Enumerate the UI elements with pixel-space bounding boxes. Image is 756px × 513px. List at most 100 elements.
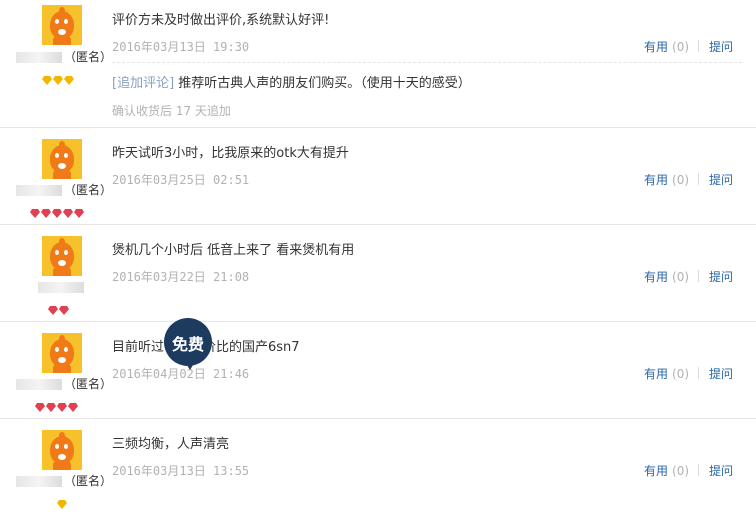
useful-count: (0) <box>672 464 690 478</box>
user-rank <box>30 203 100 218</box>
append-text: 推荐听古典人声的朋友们购买。（使用十天的感受） <box>178 76 471 91</box>
anonymous-label: （匿名） <box>64 50 113 64</box>
review-content: 评价方未及时做出评价,系统默认好评! <box>112 13 330 28</box>
username: （匿名） <box>16 472 112 489</box>
review-item: （匿名） 评价方未及时做出评价,系统默认好评! 2016年03月13日 19:3… <box>0 0 756 128</box>
avatar[interactable] <box>42 5 82 45</box>
rank-gem-icon <box>30 209 40 218</box>
review-item: 煲机几个小时后 低音上来了 看来煲机有用 2016年03月22日 21:08 有… <box>0 225 756 322</box>
review-date: 2016年03月13日 13:55 <box>112 464 250 478</box>
useful-count: (0) <box>672 173 690 187</box>
rank-gem-icon <box>63 209 73 218</box>
rank-gem-icon <box>41 209 51 218</box>
review-date: 2016年04月02日 21:46 <box>112 367 250 381</box>
avatar-eye <box>64 19 68 24</box>
anonymous-label: （匿名） <box>64 377 113 391</box>
avatar-eye <box>64 444 68 449</box>
useful-label: 有用 <box>644 40 669 54</box>
avatar-eye <box>55 19 59 24</box>
rank-gem-icon <box>68 403 78 412</box>
rank-gem-icon <box>46 403 56 412</box>
rank-gem-icon <box>53 76 63 85</box>
append-label: [追加评论] <box>112 76 175 91</box>
user-rank <box>57 494 127 509</box>
useful-label: 有用 <box>644 464 669 478</box>
username: （匿名） <box>16 375 112 392</box>
avatar-eye <box>55 444 59 449</box>
avatar-belly <box>58 454 66 460</box>
rank-gem-icon <box>57 500 67 509</box>
divider <box>698 464 699 476</box>
rank-gem-icon <box>74 209 84 218</box>
review-date: 2016年03月25日 02:51 <box>112 173 250 187</box>
rank-gem-icon <box>59 306 69 315</box>
review-content: 煲机几个小时后 低音上来了 看来煲机有用 <box>112 243 355 258</box>
rank-gem-icon <box>35 403 45 412</box>
useful-label: 有用 <box>644 367 669 381</box>
avatar-eye <box>55 347 59 352</box>
username-masked <box>16 379 62 390</box>
review-content: 昨天试听3小时，比我原来的otk大有提升 <box>112 146 349 161</box>
review-date: 2016年03月13日 19:30 <box>112 40 250 54</box>
avatar[interactable] <box>42 430 82 470</box>
append-note: 确认收货后 17 天追加 <box>112 104 231 118</box>
avatar-body <box>53 169 71 179</box>
rank-gem-icon <box>57 403 67 412</box>
review-content: 三频均衡，人声清亮 <box>112 437 230 452</box>
review-item: （匿名） 目前听过 价比的国产6sn7 2016年04月02日 21:46 有用… <box>0 322 756 419</box>
divider <box>698 270 699 282</box>
useful-button[interactable]: 有用 (0) <box>644 38 689 55</box>
useful-count: (0) <box>672 270 690 284</box>
useful-button[interactable]: 有用 (0) <box>644 268 689 285</box>
username-masked <box>38 282 84 293</box>
avatar-body <box>53 363 71 373</box>
user-rank <box>35 397 105 412</box>
anonymous-label: （匿名） <box>64 474 113 488</box>
avatar-body <box>53 35 71 45</box>
useful-button[interactable]: 有用 (0) <box>644 171 689 188</box>
username: （匿名） <box>16 181 112 198</box>
review-date: 2016年03月22日 21:08 <box>112 270 250 284</box>
useful-count: (0) <box>672 367 690 381</box>
ask-question-button[interactable]: 提问 <box>709 365 733 382</box>
appended-review: [追加评论] 推荐听古典人声的朋友们购买。（使用十天的感受） <box>112 72 471 91</box>
avatar-eye <box>64 250 68 255</box>
rank-gem-icon <box>42 76 52 85</box>
divider <box>698 367 699 379</box>
avatar-body <box>53 460 71 470</box>
user-rank <box>42 70 112 85</box>
avatar-eye <box>64 153 68 158</box>
free-badge-label: 免费 <box>171 335 204 354</box>
rank-gem-icon <box>64 76 74 85</box>
avatar-belly <box>58 260 66 266</box>
ask-question-button[interactable]: 提问 <box>709 268 733 285</box>
useful-label: 有用 <box>644 173 669 187</box>
rank-gem-icon <box>48 306 58 315</box>
useful-label: 有用 <box>644 270 669 284</box>
user-rank <box>48 300 118 315</box>
rank-gem-icon <box>52 209 62 218</box>
username-masked <box>16 52 62 63</box>
divider <box>112 62 742 63</box>
useful-button[interactable]: 有用 (0) <box>644 462 689 479</box>
ask-question-button[interactable]: 提问 <box>709 38 733 55</box>
avatar-eye <box>55 153 59 158</box>
avatar-belly <box>58 29 66 35</box>
review-item: （匿名） 昨天试听3小时，比我原来的otk大有提升 2016年03月25日 02… <box>0 128 756 225</box>
avatar[interactable] <box>42 333 82 373</box>
review-item: （匿名） 三频均衡，人声清亮 2016年03月13日 13:55 有用 (0) 提… <box>0 419 756 510</box>
avatar-eye <box>64 347 68 352</box>
divider <box>698 40 699 52</box>
username: （匿名） <box>16 48 112 65</box>
avatar-body <box>53 266 71 276</box>
avatar-belly <box>58 357 66 363</box>
avatar-eye <box>55 250 59 255</box>
useful-button[interactable]: 有用 (0) <box>644 365 689 382</box>
username-masked <box>16 185 62 196</box>
divider <box>698 173 699 185</box>
avatar[interactable] <box>42 236 82 276</box>
avatar[interactable] <box>42 139 82 179</box>
ask-question-button[interactable]: 提问 <box>709 462 733 479</box>
username-masked <box>16 476 62 487</box>
ask-question-button[interactable]: 提问 <box>709 171 733 188</box>
